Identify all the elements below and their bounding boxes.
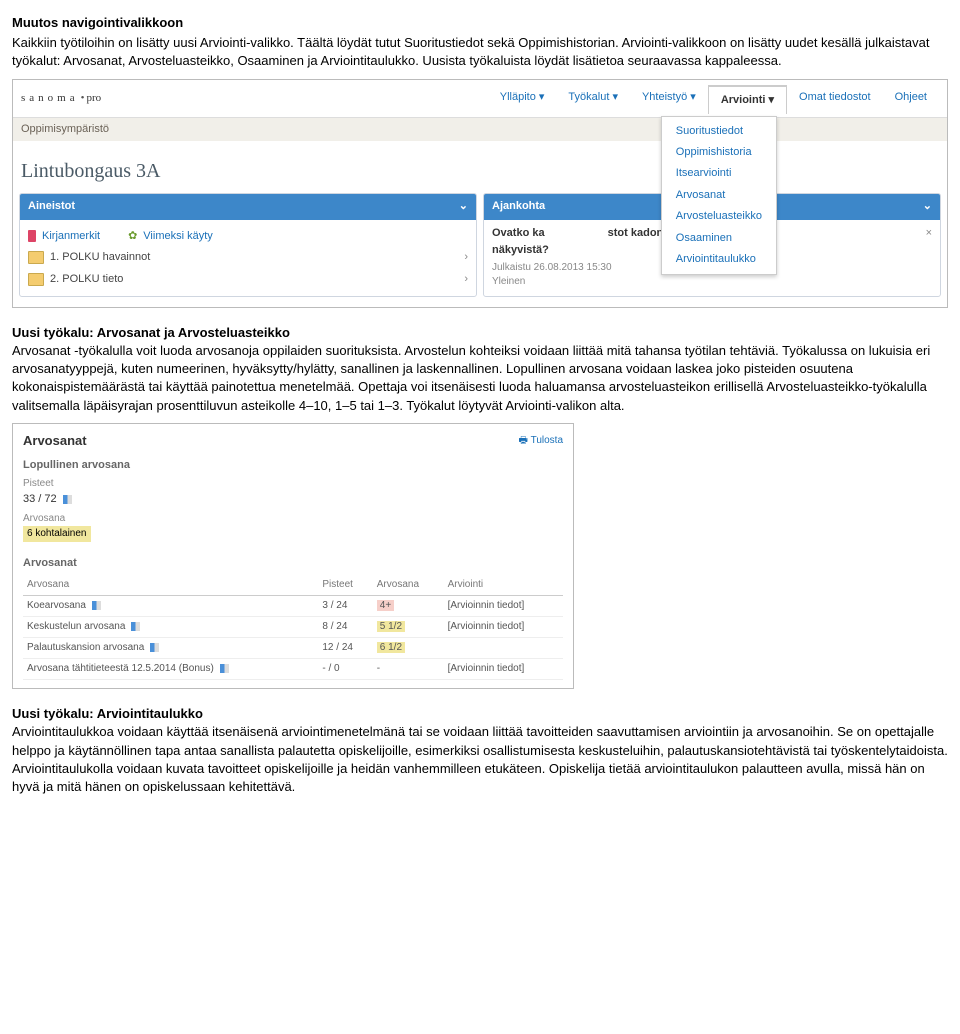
dropdown-item-arvosanat[interactable]: Arvosanat bbox=[662, 185, 776, 206]
print-button[interactable]: 🖶 Tulosta bbox=[519, 434, 563, 448]
bar-icon bbox=[92, 601, 101, 610]
folder-item-2[interactable]: 2. POLKU tieto bbox=[50, 272, 123, 287]
section-final-grade: Lopullinen arvosana bbox=[23, 458, 563, 473]
paragraph-3: Arviointitaulukkoa voidaan käyttää itsen… bbox=[12, 724, 948, 794]
dropdown-item-oppimishistoria[interactable]: Oppimishistoria bbox=[662, 142, 776, 163]
logo-separator-icon: • bbox=[81, 91, 85, 106]
grade-name: Koearvosana bbox=[27, 600, 86, 611]
bar-icon bbox=[131, 622, 140, 631]
grade-name: Arvosana tähtitieteestä 12.5.2014 (Bonus… bbox=[27, 663, 214, 674]
grade-name: Keskustelun arvosana bbox=[27, 621, 125, 632]
dropdown-item-arviointitaulukko[interactable]: Arviointitaulukko bbox=[662, 249, 776, 270]
recent-link[interactable]: Viimeksi käyty bbox=[143, 229, 212, 244]
dropdown-item-arvosteluasteikko[interactable]: Arvosteluasteikko bbox=[662, 206, 776, 227]
grade-badge: 5 1/2 bbox=[377, 621, 405, 632]
table-row: Arvosana tähtitieteestä 12.5.2014 (Bonus… bbox=[23, 659, 563, 680]
nav-yllapito[interactable]: Ylläpito ▾ bbox=[488, 84, 557, 113]
th-grade: Arvosana bbox=[373, 575, 444, 596]
table-row: Koearvosana 3 / 24 4+ [Arvioinnin tiedot… bbox=[23, 596, 563, 617]
grade-points: - / 0 bbox=[318, 659, 372, 680]
th-points: Pisteet bbox=[318, 575, 372, 596]
section-2: Uusi työkalu: Arvosanat ja Arvosteluaste… bbox=[12, 324, 948, 415]
table-row: Keskustelun arvosana 8 / 24 5 1/2 [Arvio… bbox=[23, 617, 563, 638]
heading-2: Uusi työkalu: Arvosanat ja Arvosteluaste… bbox=[12, 325, 290, 340]
review-link[interactable] bbox=[444, 638, 563, 659]
nav-arviointi[interactable]: Arviointi ▾ bbox=[708, 85, 787, 114]
grade-name: Palautuskansion arvosana bbox=[27, 642, 144, 653]
label-grade: Arvosana bbox=[23, 512, 563, 526]
chevron-right-icon: › bbox=[464, 272, 468, 287]
panel-title: Ajankohta bbox=[492, 199, 545, 214]
sub-brand: Oppimisympäristö bbox=[13, 118, 947, 141]
heading-3: Uusi työkalu: Arviointitaulukko bbox=[12, 706, 203, 721]
th-name: Arvosana bbox=[23, 575, 318, 596]
heading-1: Muutos navigointivalikkoon bbox=[12, 14, 948, 32]
dropdown-item-suoritustiedot[interactable]: Suoritustiedot bbox=[662, 121, 776, 142]
grade-points: 12 / 24 bbox=[318, 638, 372, 659]
bar-icon bbox=[150, 643, 159, 652]
paragraph-2: Arvosanat -työkalulla voit luoda arvosan… bbox=[12, 343, 930, 413]
review-link[interactable]: [Arvioinnin tiedot] bbox=[444, 596, 563, 617]
nav-omat-tiedostot[interactable]: Omat tiedostot bbox=[787, 84, 883, 113]
bookmark-icon bbox=[28, 230, 36, 242]
folder-item-1[interactable]: 1. POLKU havainnot bbox=[50, 250, 150, 265]
bar-icon bbox=[220, 664, 229, 673]
chevron-down-icon: ▾ bbox=[769, 94, 775, 106]
chevron-down-icon: ▾ bbox=[539, 91, 545, 103]
paragraph-1: Kaikkiin työtiloihin on lisätty uusi Arv… bbox=[12, 34, 948, 70]
chevron-down-icon: ▾ bbox=[690, 91, 696, 103]
grade-badge: 4+ bbox=[377, 600, 394, 611]
chevron-right-icon: › bbox=[464, 250, 468, 265]
nav-tyokalut[interactable]: Työkalut ▾ bbox=[556, 84, 630, 113]
grade-points: 8 / 24 bbox=[318, 617, 372, 638]
chevron-down-icon: ▾ bbox=[612, 91, 618, 103]
grade-badge: 6 1/2 bbox=[377, 642, 405, 653]
dropdown-item-itsearviointi[interactable]: Itsearviointi bbox=[662, 163, 776, 184]
grade-points: 3 / 24 bbox=[318, 596, 372, 617]
panel-aineistot: Aineistot ⌄ Kirjanmerkit ✿ Viimeksi käyt… bbox=[19, 193, 477, 297]
bar-icon bbox=[63, 495, 72, 504]
chevron-down-icon[interactable]: ⌄ bbox=[459, 199, 468, 214]
screenshot-arvosanat: Arvosanat 🖶 Tulosta Lopullinen arvosana … bbox=[12, 423, 574, 689]
folder-icon bbox=[28, 251, 44, 264]
logo-text-1: sanoma bbox=[21, 91, 79, 106]
screenshot-nav: sanoma • pro Ylläpito ▾ Työkalut ▾ Yhtei… bbox=[12, 79, 948, 308]
table-row: Palautuskansion arvosana 12 / 24 6 1/2 bbox=[23, 638, 563, 659]
label-points: Pisteet bbox=[23, 477, 563, 491]
course-title: Lintubongaus 3A bbox=[13, 141, 947, 189]
close-icon[interactable]: × bbox=[926, 226, 932, 261]
nav-ohjeet[interactable]: Ohjeet bbox=[883, 84, 939, 113]
review-link[interactable]: [Arvioinnin tiedot] bbox=[444, 617, 563, 638]
panel-title: Aineistot bbox=[28, 199, 75, 214]
dropdown-item-osaaminen[interactable]: Osaaminen bbox=[662, 228, 776, 249]
recent-icon: ✿ bbox=[128, 229, 137, 244]
grade-badge: - bbox=[373, 659, 444, 680]
section-grades: Arvosanat bbox=[23, 556, 563, 571]
chevron-down-icon[interactable]: ⌄ bbox=[923, 199, 932, 214]
top-nav: Ylläpito ▾ Työkalut ▾ Yhteistyö ▾ Arvioi… bbox=[488, 84, 939, 113]
notice-meta-2: Yleinen bbox=[492, 275, 932, 289]
value-points: 33 / 72 bbox=[23, 492, 563, 507]
page-title: Arvosanat bbox=[23, 432, 87, 450]
review-link[interactable]: [Arvioinnin tiedot] bbox=[444, 659, 563, 680]
arviointi-dropdown: Suoritustiedot Oppimishistoria Itsearvio… bbox=[661, 116, 777, 276]
grades-table: Arvosana Pisteet Arvosana Arviointi Koea… bbox=[23, 575, 563, 680]
th-review: Arviointi bbox=[444, 575, 563, 596]
logo-text-2: pro bbox=[86, 91, 101, 106]
bookmarks-link[interactable]: Kirjanmerkit bbox=[42, 229, 100, 244]
folder-icon bbox=[28, 273, 44, 286]
section-3: Uusi työkalu: Arviointitaulukko Arvioint… bbox=[12, 705, 948, 796]
value-grade: 6 kohtalainen bbox=[23, 526, 91, 542]
brand-logo: sanoma • pro bbox=[21, 91, 101, 106]
nav-yhteistyo[interactable]: Yhteistyö ▾ bbox=[630, 84, 708, 113]
